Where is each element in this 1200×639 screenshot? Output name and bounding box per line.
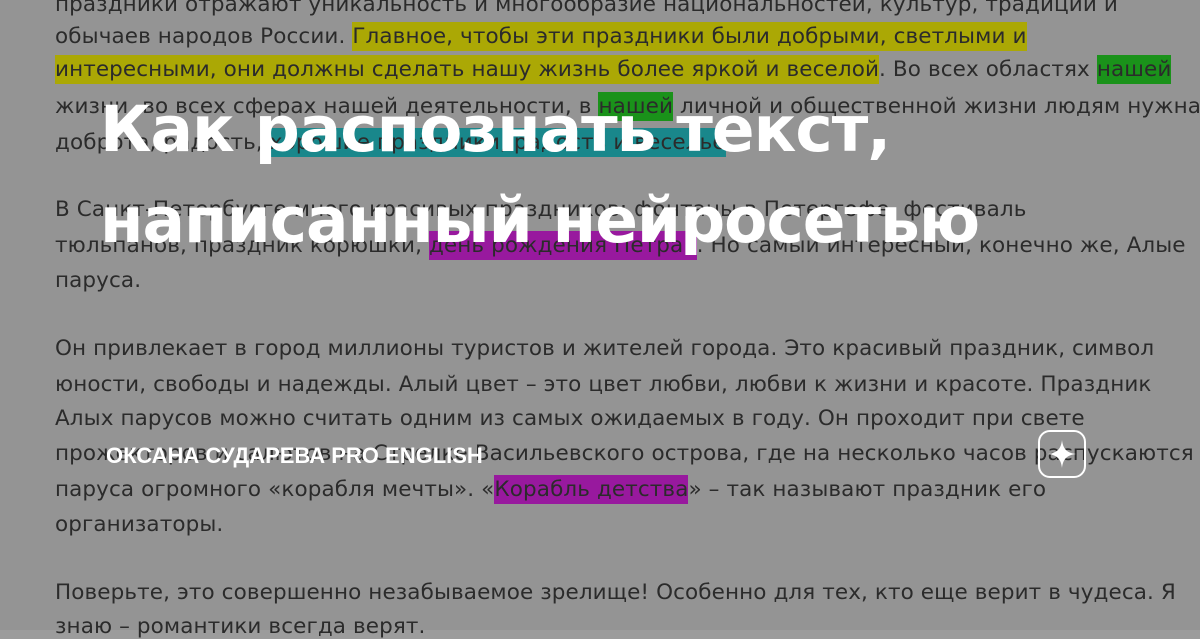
article-title: Как распознать текст, написанный нейросе… [100, 84, 980, 266]
title-line-1: Как распознать текст, [100, 93, 891, 166]
sparkle-icon-glyph [1048, 440, 1076, 468]
channel-name[interactable]: ОКСАНА СУДАРЕВА PRO ENGLISH [106, 443, 483, 469]
title-line-2: написанный нейросетью [100, 184, 980, 257]
sparkle-icon[interactable] [1038, 430, 1086, 478]
